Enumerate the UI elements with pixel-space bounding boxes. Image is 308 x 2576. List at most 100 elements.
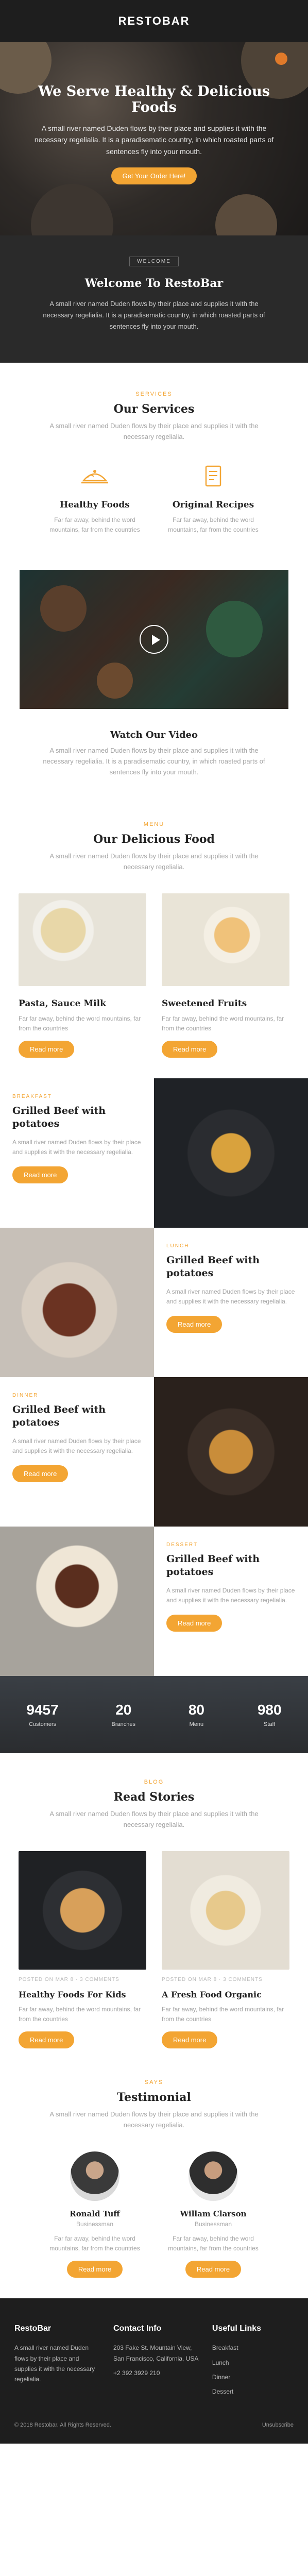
breakfast-image [154, 1078, 308, 1228]
order-button[interactable]: Get Your Order Here! [111, 167, 197, 185]
testimonial-card: Ronald Tuff Businessman Far far away, be… [46, 2151, 144, 2278]
counter: 980 Staff [258, 1702, 282, 1727]
dessert-image [0, 1527, 154, 1676]
story-meta: POSTED ON MAR 8 · 3 COMMENTS [19, 1976, 119, 1982]
person-name: Ronald Tuff [70, 2209, 120, 2218]
video-section: Watch Our Video A small river named Dude… [0, 555, 308, 798]
menu-title: Grilled Beef with potatoes [12, 1105, 106, 1130]
menu-row: DESSERT Grilled Beef with potatoes A sma… [0, 1527, 308, 1676]
foods-section: MENU Our Delicious Food A small river na… [0, 798, 308, 1058]
menu-kicker: BREAKFAST [12, 1094, 52, 1100]
testimonial-title: Testimonial [117, 2091, 191, 2105]
play-icon[interactable] [140, 624, 168, 654]
food-tray-icon [81, 469, 108, 483]
menu-title: Grilled Beef with potatoes [166, 1553, 260, 1578]
footer-heading: Useful Links [212, 2324, 262, 2333]
footer-about-text: A small river named Duden flows by their… [14, 2344, 95, 2383]
menu-kicker: LUNCH [166, 1243, 190, 1249]
menu-row: LUNCH Grilled Beef with potatoes A small… [0, 1228, 308, 1378]
avatar [189, 2151, 238, 2201]
footer-link[interactable]: Dinner [212, 2372, 294, 2382]
menu-text: A small river named Duden flows by their… [12, 1437, 141, 1454]
footer-about: RestoBar A small river named Duden flows… [14, 2324, 101, 2401]
footer-contact: Contact Info 203 Fake St. Mountain View,… [113, 2324, 200, 2401]
welcome-title: Welcome To RestoBar [84, 277, 224, 290]
story-image [19, 1851, 146, 1970]
service-item: Healthy Foods Far far away, behind the w… [46, 463, 144, 535]
food-text: Far far away, behind the word mountains,… [19, 1014, 141, 1032]
site-logo[interactable]: RESTOBAR [118, 14, 190, 28]
testimonial-text: Far far away, behind the word mountains,… [49, 2234, 140, 2252]
footer-phone[interactable]: +2 392 3929 210 [113, 2368, 200, 2378]
service-text: Far far away, behind the word mountains,… [49, 516, 140, 533]
story-image [162, 1851, 289, 1970]
read-more-button[interactable]: Read more [19, 2031, 75, 2049]
stories-subtitle: BLOG [144, 1779, 164, 1786]
stories-desc: A small river named Duden flows by their… [49, 1810, 259, 1829]
menu-row: BREAKFAST Grilled Beef with potatoes A s… [0, 1078, 308, 1228]
stories-section: BLOG Read Stories A small river named Du… [0, 1753, 308, 2069]
footer-links: Useful Links Breakfast Lunch Dinner Dess… [212, 2324, 294, 2401]
testimonial-section: SAYS Testimonial A small river named Dud… [0, 2069, 308, 2298]
fruits-image [162, 893, 289, 986]
services-desc: A small river named Duden flows by their… [49, 422, 259, 440]
service-title: Original Recipes [172, 499, 254, 510]
testimonial-desc: A small river named Duden flows by their… [49, 2110, 259, 2129]
unsubscribe-link[interactable]: Unsubscribe [262, 2422, 294, 2428]
person-role: Businessman [76, 2220, 114, 2228]
video-spice-decoration [97, 662, 133, 699]
services-title: Our Services [113, 402, 195, 416]
foods-subtitle: MENU [143, 821, 165, 828]
menu-text: A small river named Duden flows by their… [166, 1287, 295, 1305]
menu-row: DINNER Grilled Beef with potatoes A smal… [0, 1377, 308, 1527]
video-text: A small river named Duden flows by their… [43, 746, 265, 776]
dinner-image [154, 1377, 308, 1527]
person-name: Willam Clarson [180, 2209, 247, 2218]
read-more-button[interactable]: Read more [166, 1615, 223, 1632]
footer-link[interactable]: Lunch [212, 2358, 294, 2368]
read-more-button[interactable]: Read more [185, 2261, 242, 2278]
counter-number: 80 [188, 1702, 204, 1718]
recipe-book-icon [205, 465, 221, 486]
stories-title: Read Stories [113, 1790, 195, 1804]
menu-title: Grilled Beef with potatoes [166, 1255, 260, 1279]
welcome-text: A small river named Duden flows by their… [43, 300, 265, 331]
service-item: Original Recipes Far far away, behind th… [164, 463, 262, 535]
counter-number: 9457 [26, 1702, 59, 1718]
read-more-button[interactable]: Read more [166, 1316, 223, 1333]
footer-link[interactable]: Dessert [212, 2386, 294, 2397]
story-text: Far far away, behind the word mountains,… [19, 2005, 141, 2023]
read-more-button[interactable]: Read more [19, 1041, 75, 1058]
read-more-button[interactable]: Read more [162, 2031, 218, 2049]
read-more-button[interactable]: Read more [162, 1041, 218, 1058]
menu-highlights: BREAKFAST Grilled Beef with potatoes A s… [0, 1078, 308, 1676]
top-header: RESTOBAR [0, 0, 308, 42]
counter-label: Menu [189, 1721, 204, 1728]
story-card: POSTED ON MAR 8 · 3 COMMENTS A Fresh Foo… [162, 1851, 289, 2049]
hero-bread-decoration [215, 194, 277, 235]
story-title[interactable]: A Fresh Food Organic [162, 1990, 289, 1999]
service-text: Far far away, behind the word mountains,… [168, 516, 259, 533]
hero-section: We Serve Healthy & Delicious Foods A sma… [0, 42, 308, 235]
lunch-image [0, 1228, 154, 1378]
counter-label: Staff [263, 1721, 276, 1728]
read-more-button[interactable]: Read more [66, 2261, 123, 2278]
foods-title: Our Delicious Food [93, 833, 215, 846]
footer-heading: RestoBar [14, 2324, 52, 2333]
read-more-button[interactable]: Read more [12, 1465, 69, 1483]
video-thumbnail[interactable] [20, 569, 288, 709]
testimonial-text: Far far away, behind the word mountains,… [168, 2234, 259, 2252]
read-more-button[interactable]: Read more [12, 1166, 69, 1184]
services-section: SERVICES Our Services A small river name… [0, 363, 308, 555]
welcome-pill: WELCOME [129, 257, 179, 266]
food-title: Pasta, Sauce Milk [19, 998, 106, 1009]
services-subtitle: SERVICES [135, 391, 173, 397]
video-food-decoration [40, 585, 87, 632]
avatar [70, 2151, 119, 2201]
counter: 80 Menu [189, 1702, 204, 1727]
story-title[interactable]: Healthy Foods For Kids [19, 1990, 146, 1999]
menu-kicker: DESSERT [166, 1542, 198, 1548]
food-text: Far far away, behind the word mountains,… [162, 1014, 284, 1032]
footer-link[interactable]: Breakfast [212, 2343, 294, 2353]
hero-title: We Serve Healthy & Delicious Foods [38, 83, 270, 115]
